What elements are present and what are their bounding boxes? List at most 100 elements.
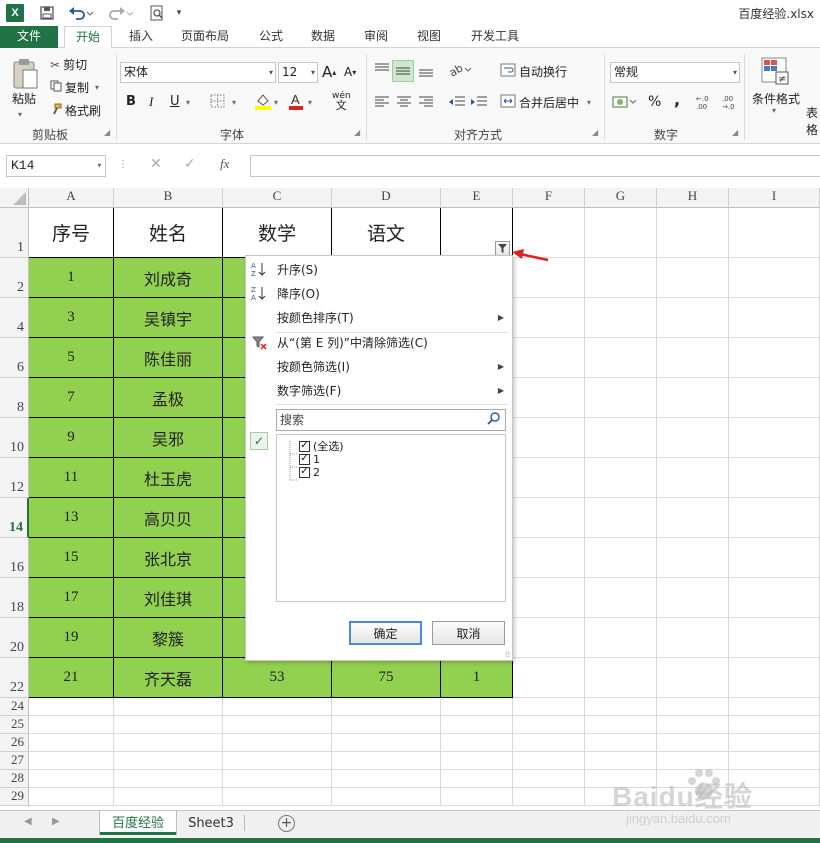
checkbox-checked-icon[interactable]: ✓ bbox=[299, 440, 310, 452]
select-all-corner[interactable] bbox=[0, 188, 29, 208]
cut-button[interactable]: ✂ 剪切 bbox=[50, 56, 87, 73]
percent-style-button[interactable]: % bbox=[648, 94, 661, 110]
cell[interactable] bbox=[513, 538, 585, 578]
cell[interactable] bbox=[657, 734, 729, 752]
increase-indent-icon[interactable] bbox=[470, 95, 488, 109]
column-header[interactable]: G bbox=[585, 188, 657, 208]
paste-icon[interactable] bbox=[8, 56, 42, 92]
tab-review[interactable]: 审阅 bbox=[355, 26, 397, 48]
cell[interactable] bbox=[513, 788, 585, 806]
cell-chinese[interactable]: 75 bbox=[332, 658, 441, 698]
filter-value-list[interactable]: ✓ (全选) ✓ 1 ✓ 2 bbox=[276, 434, 506, 602]
cell[interactable] bbox=[441, 734, 513, 752]
cell[interactable] bbox=[657, 338, 729, 378]
confirm-entry-icon[interactable]: ✓ bbox=[184, 156, 196, 172]
cell[interactable] bbox=[441, 770, 513, 788]
add-sheet-icon[interactable]: + bbox=[278, 815, 295, 832]
cell[interactable] bbox=[729, 258, 820, 298]
cell[interactable] bbox=[585, 338, 657, 378]
cell-seq[interactable]: 15 bbox=[29, 538, 114, 578]
merge-center-button[interactable]: 合并后居中 ▾ bbox=[500, 94, 591, 111]
cell[interactable] bbox=[513, 698, 585, 716]
cell[interactable] bbox=[585, 734, 657, 752]
sheet-tab[interactable]: Sheet3 bbox=[180, 811, 242, 835]
row-header[interactable]: 4 bbox=[0, 298, 29, 338]
name-box[interactable]: K14 ▾ bbox=[6, 155, 106, 177]
cell[interactable] bbox=[223, 788, 332, 806]
cell[interactable] bbox=[223, 716, 332, 734]
checkbox-checked-icon[interactable]: ✓ bbox=[299, 466, 310, 478]
cell[interactable] bbox=[585, 498, 657, 538]
cell[interactable] bbox=[657, 418, 729, 458]
cell[interactable] bbox=[729, 298, 820, 338]
cell[interactable] bbox=[513, 258, 585, 298]
row-header[interactable]: 29 bbox=[0, 788, 29, 806]
cell[interactable] bbox=[729, 338, 820, 378]
tab-view[interactable]: 视图 bbox=[408, 26, 450, 48]
cell-seq[interactable]: 17 bbox=[29, 578, 114, 618]
cell-name[interactable]: 孟极 bbox=[114, 378, 223, 418]
menu-number-filters[interactable]: 数字筛选(F) ▶ bbox=[246, 378, 512, 402]
row-header[interactable]: 27 bbox=[0, 752, 29, 770]
cell[interactable] bbox=[114, 734, 223, 752]
cell-seq[interactable]: 7 bbox=[29, 378, 114, 418]
cell[interactable] bbox=[657, 208, 729, 258]
cell-name[interactable]: 齐天磊 bbox=[114, 658, 223, 698]
cell[interactable] bbox=[114, 770, 223, 788]
checkbox-checked-icon[interactable]: ✓ bbox=[299, 453, 310, 465]
cell[interactable] bbox=[729, 458, 820, 498]
cell-name[interactable]: 张北京 bbox=[114, 538, 223, 578]
sheet-tab-active[interactable]: 百度经验 bbox=[100, 811, 176, 835]
merge-dropdown-icon[interactable]: ▾ bbox=[587, 98, 591, 107]
cell[interactable] bbox=[29, 698, 114, 716]
cell[interactable] bbox=[585, 418, 657, 458]
cell[interactable] bbox=[657, 498, 729, 538]
font-launcher-icon[interactable]: ◢ bbox=[354, 128, 360, 137]
row-header[interactable]: 14 bbox=[0, 498, 29, 538]
row-header[interactable]: 2 bbox=[0, 258, 29, 298]
cell-name[interactable]: 吴邪 bbox=[114, 418, 223, 458]
align-middle-icon[interactable] bbox=[392, 60, 414, 82]
cell[interactable] bbox=[441, 716, 513, 734]
row-header[interactable]: 20 bbox=[0, 618, 29, 658]
align-bottom-icon[interactable] bbox=[418, 64, 434, 78]
customize-toolbar-icon[interactable]: ▾ bbox=[172, 3, 186, 23]
tab-formulas[interactable]: 公式 bbox=[250, 26, 292, 48]
cell-seq[interactable]: 9 bbox=[29, 418, 114, 458]
row-header[interactable]: 1 bbox=[0, 208, 29, 258]
row-header[interactable]: 16 bbox=[0, 538, 29, 578]
tab-page-layout[interactable]: 页面布局 bbox=[172, 26, 238, 48]
cell[interactable] bbox=[513, 458, 585, 498]
cell[interactable] bbox=[513, 716, 585, 734]
cell[interactable] bbox=[114, 788, 223, 806]
filter-item-1[interactable]: ✓ 1 bbox=[299, 452, 320, 466]
formula-input[interactable] bbox=[250, 155, 820, 177]
cell[interactable] bbox=[513, 418, 585, 458]
cell[interactable] bbox=[513, 658, 585, 698]
fill-color-icon[interactable] bbox=[254, 92, 272, 110]
fill-color-dropdown-icon[interactable]: ▾ bbox=[274, 98, 278, 107]
cell[interactable] bbox=[332, 716, 441, 734]
row-header[interactable]: 8 bbox=[0, 378, 29, 418]
underline-button[interactable]: U bbox=[170, 94, 180, 109]
align-top-icon[interactable] bbox=[374, 62, 390, 76]
cell[interactable] bbox=[585, 578, 657, 618]
align-right-icon[interactable] bbox=[418, 95, 434, 109]
column-header[interactable]: H bbox=[657, 188, 729, 208]
cell[interactable] bbox=[513, 618, 585, 658]
cell-seq[interactable]: 19 bbox=[29, 618, 114, 658]
row-header[interactable]: 26 bbox=[0, 734, 29, 752]
conditional-formatting-dropdown-icon[interactable]: ▾ bbox=[772, 106, 776, 115]
cell[interactable] bbox=[585, 658, 657, 698]
cell[interactable] bbox=[114, 698, 223, 716]
cell[interactable] bbox=[729, 538, 820, 578]
alignment-launcher-icon[interactable]: ◢ bbox=[592, 128, 598, 137]
number-launcher-icon[interactable]: ◢ bbox=[732, 128, 738, 137]
column-header[interactable]: D bbox=[332, 188, 441, 208]
cell[interactable] bbox=[513, 734, 585, 752]
cell[interactable] bbox=[585, 698, 657, 716]
tab-insert[interactable]: 插入 bbox=[118, 26, 164, 48]
column-header[interactable]: F bbox=[513, 188, 585, 208]
cell[interactable] bbox=[513, 578, 585, 618]
cell[interactable] bbox=[585, 458, 657, 498]
